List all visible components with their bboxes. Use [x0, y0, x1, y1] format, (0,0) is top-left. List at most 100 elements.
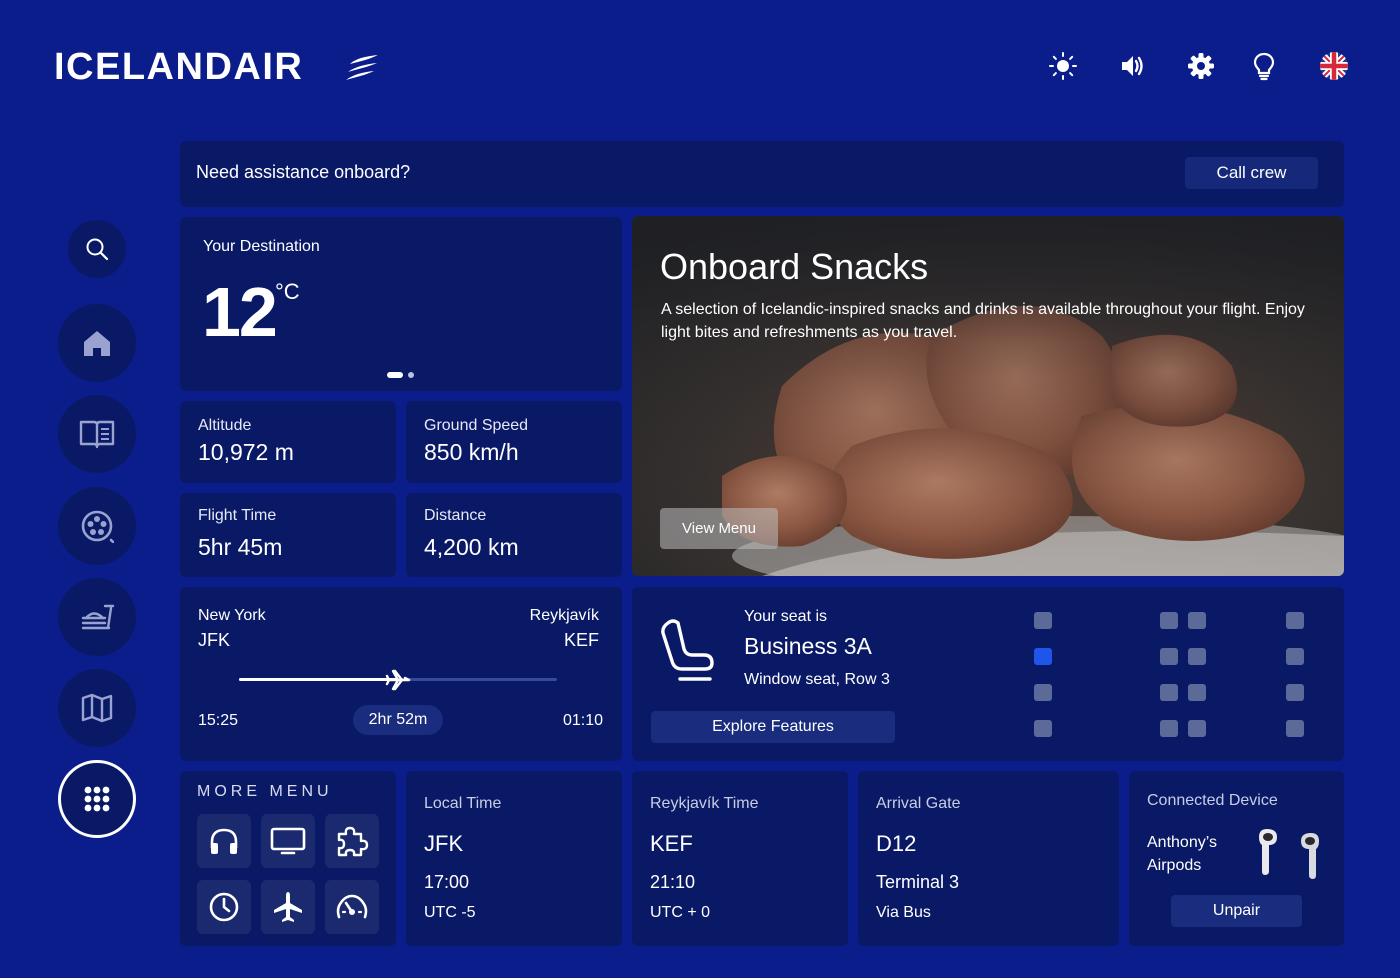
home-icon — [84, 331, 110, 356]
film-reel-icon — [81, 510, 114, 543]
assistance-text: Need assistance onboard? — [196, 162, 411, 182]
temperature-unit: °C — [275, 279, 300, 304]
arrival-gate-card: Arrival Gate D12 Terminal 3 Via Bus — [858, 771, 1119, 946]
ground-speed-card: Ground Speed 850 km/h — [406, 401, 622, 483]
aurora-logo-icon — [346, 55, 378, 80]
flight-button[interactable] — [261, 880, 315, 934]
sidebar-home-button[interactable] — [58, 304, 136, 382]
seat-info-card: Your seat is Business 3A Window seat, Ro… — [632, 587, 1344, 761]
sidebar-guide-button[interactable] — [58, 395, 136, 473]
sidebar-entertainment-button[interactable] — [58, 487, 136, 565]
remaining-time-badge: 2hr 52m — [353, 705, 443, 735]
headphones-icon — [210, 828, 238, 854]
seat-map-cell[interactable] — [1160, 720, 1178, 737]
seat-map-cell[interactable] — [1034, 684, 1052, 701]
food-tray-icon — [81, 604, 115, 630]
seat-label: Your seat is — [744, 608, 828, 625]
puzzle-icon — [337, 826, 369, 857]
volume-icon[interactable] — [1114, 48, 1150, 84]
local-time-code: JFK — [424, 831, 464, 856]
altitude-card: Altitude 10,972 m — [180, 401, 396, 483]
settings-icon[interactable] — [1183, 48, 1219, 84]
local-time-value: 17:00 — [424, 872, 470, 892]
connected-device-card: Connected Device Anthony’s Airpods Unpai… — [1129, 771, 1344, 946]
seat-map-cell[interactable] — [1034, 720, 1052, 737]
seat-map-cell[interactable] — [1286, 720, 1304, 737]
arrival-gate-label: Arrival Gate — [876, 795, 961, 812]
brightness-icon[interactable] — [1045, 48, 1081, 84]
connected-device-label: Connected Device — [1147, 792, 1278, 809]
pagination-dot-active[interactable] — [387, 372, 403, 378]
local-time-zone: UTC -5 — [424, 904, 476, 921]
search-icon — [86, 238, 109, 261]
arrival-gate-value: D12 — [876, 831, 917, 856]
seat-map-cell[interactable] — [1188, 684, 1206, 701]
seat-map-cell[interactable] — [1286, 648, 1304, 665]
speedometer-icon — [336, 894, 368, 919]
open-book-icon — [79, 420, 115, 449]
altitude-value: 10,972 m — [198, 439, 294, 465]
explore-features-button[interactable]: Explore Features — [651, 711, 895, 743]
seat-map-cell-selected[interactable] — [1034, 648, 1052, 665]
sidebar-map-button[interactable] — [58, 669, 136, 747]
seat-map-cell[interactable] — [1188, 612, 1206, 629]
screen-icon — [270, 827, 306, 855]
seat-map-cell[interactable] — [1286, 684, 1304, 701]
seat-map-cell[interactable] — [1160, 684, 1178, 701]
clock-icon — [209, 892, 239, 922]
onboard-snacks-banner[interactable]: Onboard Snacks A selection of Icelandic-… — [632, 216, 1344, 576]
seat-map-cell[interactable] — [1034, 612, 1052, 629]
seat-icon — [661, 619, 714, 681]
map-icon — [81, 693, 113, 723]
seat-map-cell[interactable] — [1160, 648, 1178, 665]
arrival-terminal: Terminal 3 — [876, 872, 960, 892]
earbuds-icon — [1259, 829, 1319, 879]
games-button[interactable] — [325, 814, 379, 868]
airplane-progress-icon — [385, 669, 411, 691]
reykjavik-time-zone: UTC + 0 — [650, 904, 711, 921]
reykjavik-time-code: KEF — [650, 831, 693, 856]
reykjavik-time-card: Reykjavík Time KEF 21:10 UTC + 0 — [632, 771, 848, 946]
sidebar-dining-button[interactable] — [58, 578, 136, 656]
uk-flag-icon[interactable] — [1316, 48, 1352, 84]
seat-map-cell[interactable] — [1188, 720, 1206, 737]
pagination-dot[interactable] — [408, 372, 414, 378]
distance-card: Distance 4,200 km — [406, 493, 622, 577]
arrival-time: 01:10 — [562, 712, 603, 729]
call-crew-button[interactable]: Call crew — [1185, 157, 1318, 189]
distance-label: Distance — [424, 507, 487, 524]
reykjavik-time-label: Reykjavík Time — [650, 795, 759, 812]
carousel-pagination[interactable] — [387, 372, 414, 378]
flight-progress-fill — [239, 678, 398, 681]
flight-route-card: New York JFK Reykjavík KEF 15:25 2hr 52m… — [180, 587, 622, 761]
device-name: Anthony’s Airpods — [1147, 834, 1217, 874]
snacks-description: A selection of Icelandic-inspired snacks… — [661, 301, 1305, 341]
lightbulb-icon[interactable] — [1246, 48, 1282, 84]
seat-map-cell[interactable] — [1286, 612, 1304, 629]
flight-time-value: 5hr 45m — [198, 534, 283, 560]
airline-logo: ICELANDAIR — [54, 46, 304, 88]
seat-detail: Window seat, Row 3 — [744, 671, 890, 688]
seat-map-cell[interactable] — [1188, 648, 1206, 665]
distance-value: 4,200 km — [424, 534, 519, 560]
local-time-label: Local Time — [424, 795, 502, 812]
destination-code: KEF — [563, 630, 599, 650]
airplane-icon — [274, 892, 302, 922]
flight-time-card: Flight Time 5hr 45m — [180, 493, 396, 577]
seat-map-cell[interactable] — [1160, 612, 1178, 629]
destination-label: Your Destination — [203, 238, 320, 255]
screen-button[interactable] — [261, 814, 315, 868]
sidebar-apps-button[interactable] — [58, 760, 136, 838]
clock-button[interactable] — [197, 880, 251, 934]
sidebar-search-button[interactable] — [68, 220, 126, 278]
more-menu-card: MORE MENU — [180, 771, 396, 946]
speed-button[interactable] — [325, 880, 379, 934]
view-menu-button[interactable]: View Menu — [660, 508, 778, 549]
snacks-title: Onboard Snacks — [660, 246, 929, 287]
local-time-card: Local Time JFK 17:00 UTC -5 — [406, 771, 622, 946]
departure-time: 15:25 — [198, 712, 239, 729]
unpair-button[interactable]: Unpair — [1171, 895, 1302, 927]
destination-city: Reykjavík — [529, 607, 599, 624]
headphones-button[interactable] — [197, 814, 251, 868]
destination-weather-card[interactable]: Your Destination 12 °C — [180, 217, 622, 391]
